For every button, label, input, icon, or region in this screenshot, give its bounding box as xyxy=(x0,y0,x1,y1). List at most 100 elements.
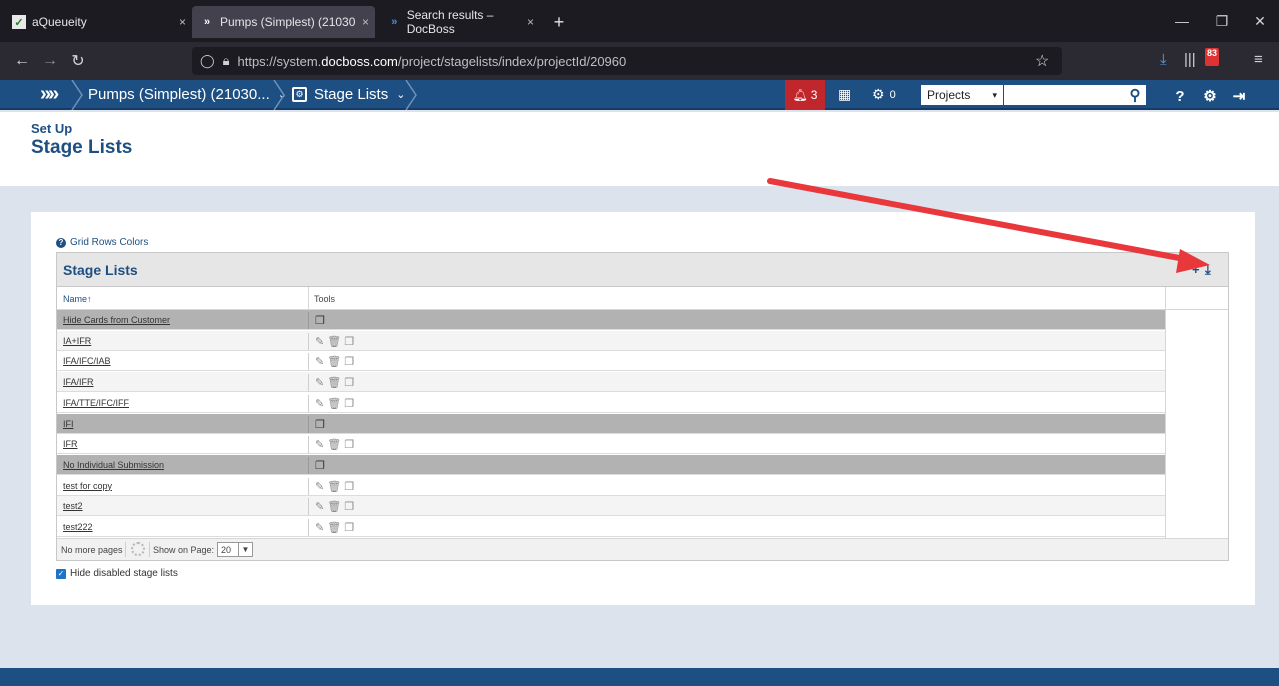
docboss-logo-icon[interactable]: »» xyxy=(40,83,59,106)
add-icon[interactable]: + xyxy=(1192,262,1200,277)
table-row: IA+IFR ✎ 🗑︎ ❐ xyxy=(57,330,1165,351)
docboss-logo-icon: » xyxy=(203,16,211,28)
notifications-button[interactable]: 🔔︎ 3 xyxy=(785,80,825,110)
tab-close-icon[interactable]: × xyxy=(362,15,369,29)
new-tab-button[interactable]: + xyxy=(545,6,573,38)
copy-icon[interactable]: ❐ xyxy=(315,418,325,431)
page-footer-bar xyxy=(0,668,1279,686)
download-icon[interactable]: ⤓ xyxy=(1160,51,1167,68)
copy-icon[interactable]: ❐ xyxy=(344,335,354,348)
settings-gear-icon[interactable]: ⚙ xyxy=(1199,85,1221,107)
delete-trash-icon[interactable]: 🗑︎ xyxy=(327,480,341,493)
copy-icon[interactable]: ❐ xyxy=(315,459,325,472)
stage-list-name-link[interactable]: IFI xyxy=(63,419,74,429)
copy-icon[interactable]: ❐ xyxy=(344,438,354,451)
schedule-icon[interactable]: ▦ xyxy=(838,86,851,103)
stage-list-name-link[interactable]: No Individual Submission xyxy=(63,460,164,470)
stage-list-name-link[interactable]: test222 xyxy=(63,522,93,532)
table-row: IFA/TTE/IFC/IFF ✎ 🗑︎ ❐ xyxy=(57,393,1165,413)
edit-pencil-icon[interactable]: ✎ xyxy=(315,521,324,534)
delete-trash-icon[interactable]: 🗑︎ xyxy=(327,438,341,451)
delete-trash-icon[interactable]: 🗑︎ xyxy=(327,376,341,389)
edit-pencil-icon[interactable]: ✎ xyxy=(315,438,324,451)
edit-pencil-icon[interactable]: ✎ xyxy=(315,335,324,348)
bell-icon: 🔔︎ xyxy=(792,88,808,102)
stage-list-icon: ⚙ xyxy=(292,87,307,102)
stage-list-name-link[interactable]: IFA/IFR xyxy=(63,377,94,387)
stage-list-name-link[interactable]: IA+IFR xyxy=(63,336,91,346)
browser-tab-bar: ✓ aQueueity × » Pumps (Simplest) (210302… xyxy=(0,0,1279,42)
hide-disabled-label: Hide disabled stage lists xyxy=(70,568,178,579)
stage-list-name-link[interactable]: test2 xyxy=(63,501,83,511)
minimize-window-icon[interactable]: — xyxy=(1165,8,1199,34)
reload-icon[interactable]: ↻ xyxy=(66,50,90,72)
stage-list-name-link[interactable]: IFA/IFC/IAB xyxy=(63,356,111,366)
help-icon[interactable]: ? xyxy=(1169,85,1191,107)
breadcrumb-section[interactable]: ⚙ Stage Lists ⌄ xyxy=(292,86,405,103)
column-header-tools: Tools xyxy=(314,294,336,304)
grid-header: Stage Lists + ⤓ xyxy=(57,253,1228,287)
stage-list-name-link[interactable]: test for copy xyxy=(63,481,112,491)
page-size-value: 20 xyxy=(221,544,232,555)
bookmark-star-icon[interactable]: ☆ xyxy=(1035,51,1049,71)
stage-lists-grid: Stage Lists + ⤓ Name↑ Tools Hide Cards f… xyxy=(56,252,1229,561)
download-icon[interactable]: ⤓ xyxy=(1205,262,1211,278)
logout-icon[interactable]: ⇥ xyxy=(1228,85,1250,107)
copy-icon[interactable]: ❐ xyxy=(344,521,354,534)
docboss-logo-icon: » xyxy=(391,16,398,28)
address-bar[interactable]: ◯ 🔒︎ https://system.docboss.com/project/… xyxy=(192,47,1062,75)
delete-trash-icon[interactable]: 🗑︎ xyxy=(327,397,341,410)
section-crumb-label: Stage Lists xyxy=(314,86,389,103)
back-arrow-icon[interactable]: ← xyxy=(10,50,34,72)
browser-tab-aqueueity[interactable]: ✓ aQueueity × xyxy=(4,6,192,38)
copy-icon[interactable]: ❐ xyxy=(344,355,354,368)
stage-list-name-link[interactable]: IFA/TTE/IFC/IFF xyxy=(63,398,129,408)
delete-trash-icon[interactable]: 🗑︎ xyxy=(327,355,341,368)
copy-icon[interactable]: ❐ xyxy=(315,314,325,327)
column-header-name[interactable]: Name↑ xyxy=(63,294,92,304)
refresh-spinner-icon[interactable] xyxy=(131,542,145,556)
close-window-icon[interactable]: ✕ xyxy=(1243,8,1277,34)
tab-close-icon[interactable]: × xyxy=(527,15,534,29)
row-tools: ✎ 🗑︎ ❐ xyxy=(308,332,357,350)
alerts-count: 3 xyxy=(810,88,818,102)
extension-badge[interactable]: 83 xyxy=(1205,48,1219,66)
page-size-select[interactable]: 20 ▼ xyxy=(217,542,253,557)
row-tools: ✎ 🗑︎ ❐ xyxy=(308,477,357,495)
menu-icon[interactable]: ≡ xyxy=(1254,51,1263,68)
shield-icon: ◯ xyxy=(200,53,215,68)
checkbox-checked-icon: ✓ xyxy=(56,568,66,579)
show-on-page-label: Show on Page: xyxy=(153,545,215,555)
search-icon[interactable]: ⚲ xyxy=(1124,85,1146,105)
search-scope-value: Projects xyxy=(927,88,971,102)
grid-rows-colors-label: Grid Rows Colors xyxy=(70,237,149,248)
grid-rows-colors-link[interactable]: ? Grid Rows Colors xyxy=(56,237,148,248)
copy-icon[interactable]: ❐ xyxy=(344,376,354,389)
edit-pencil-icon[interactable]: ✎ xyxy=(315,500,324,513)
row-tools: ✎ 🗑︎ ❐ xyxy=(308,394,357,412)
restore-window-icon[interactable]: ❐ xyxy=(1205,8,1239,34)
stage-list-name-link[interactable]: Hide Cards from Customer xyxy=(63,315,170,325)
browser-toolbar: ← → ↻ ◯ 🔒︎ https://system.docboss.com/pr… xyxy=(0,42,1279,80)
hide-disabled-checkbox[interactable]: ✓ Hide disabled stage lists xyxy=(56,568,178,579)
copy-icon[interactable]: ❐ xyxy=(344,480,354,493)
search-scope-select[interactable]: Projects ▾ xyxy=(921,85,1003,105)
tasks-button[interactable]: ⚙ 0 xyxy=(872,86,896,103)
breadcrumb-project[interactable]: Pumps (Simplest) (21030... ⌄ xyxy=(88,86,287,103)
edit-pencil-icon[interactable]: ✎ xyxy=(315,480,324,493)
edit-pencil-icon[interactable]: ✎ xyxy=(315,397,324,410)
stage-list-name-link[interactable]: IFR xyxy=(63,439,78,449)
copy-icon[interactable]: ❐ xyxy=(344,397,354,410)
row-tools: ❐ xyxy=(308,456,328,474)
delete-trash-icon[interactable]: 🗑︎ xyxy=(327,500,341,513)
browser-tab-pumps[interactable]: » Pumps (Simplest) (210302_copy × xyxy=(192,6,375,38)
forward-arrow-icon[interactable]: → xyxy=(38,50,62,72)
copy-icon[interactable]: ❐ xyxy=(344,500,354,513)
library-icon[interactable]: ||| xyxy=(1184,51,1196,68)
browser-tab-search-results[interactable]: » Search results – DocBoss × xyxy=(380,6,540,38)
delete-trash-icon[interactable]: 🗑︎ xyxy=(327,335,341,348)
delete-trash-icon[interactable]: 🗑︎ xyxy=(327,521,341,534)
edit-pencil-icon[interactable]: ✎ xyxy=(315,355,324,368)
edit-pencil-icon[interactable]: ✎ xyxy=(315,376,324,389)
tab-close-icon[interactable]: × xyxy=(179,15,186,29)
